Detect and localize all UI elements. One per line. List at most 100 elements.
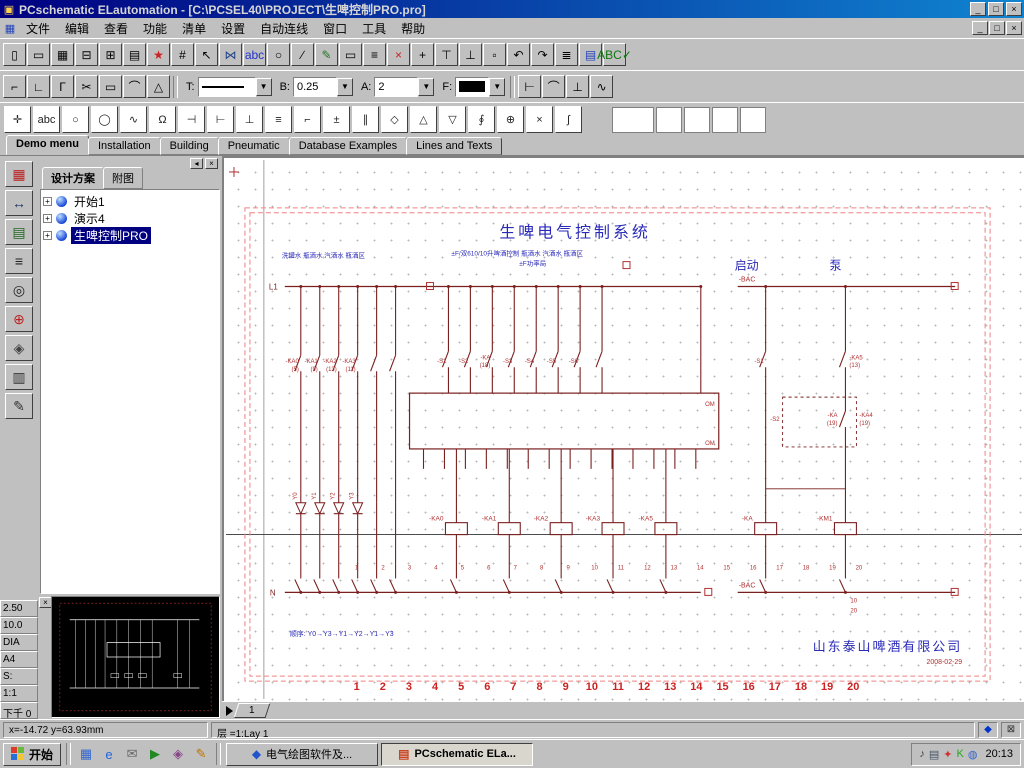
symbol-menu-tab[interactable]: Demo menu	[6, 135, 89, 155]
open-button[interactable]: ▭	[27, 43, 50, 66]
menu-item[interactable]: 自动连线	[253, 18, 315, 39]
symbol-browser-button[interactable]: ⋈	[219, 43, 242, 66]
panel-close-button[interactable]: ×	[205, 158, 218, 169]
arc-tool[interactable]: ⌒	[123, 75, 146, 98]
mdi-close-button[interactable]: ×	[1006, 21, 1022, 35]
symbol-button[interactable]: ⊣	[178, 106, 205, 133]
symbol-generator-button[interactable]: ★	[147, 43, 170, 66]
symbol-button[interactable]: ∥	[352, 106, 379, 133]
disk-icon[interactable]: ◆	[978, 721, 998, 738]
symbol-menu-tab[interactable]: Building	[159, 137, 219, 155]
line-tool-button[interactable]: ∕	[291, 43, 314, 66]
menu-item[interactable]: 功能	[136, 18, 174, 39]
project-tree[interactable]: + 开始1 + 演示4 + 生啤控制PRO	[40, 189, 220, 594]
text-tool-button[interactable]: abc	[243, 43, 266, 66]
net-list-button[interactable]: ≡	[363, 43, 386, 66]
snap-grid-button[interactable]: ▦	[5, 161, 33, 187]
page-tab[interactable]: 1	[233, 703, 270, 718]
edit-icon[interactable]: ✎	[191, 744, 211, 764]
spell-check-button[interactable]: ABC✓	[597, 43, 632, 66]
maximize-button[interactable]: □	[988, 2, 1004, 16]
symbol-button[interactable]: ×	[526, 106, 553, 133]
zoom-button[interactable]: ◎	[5, 277, 33, 303]
symbol-button[interactable]: ◯	[91, 106, 118, 133]
alert-icon[interactable]: ✦	[943, 748, 952, 761]
menu-item[interactable]: 文件	[19, 18, 57, 39]
angle-combo[interactable]: A: 2 ▼	[358, 76, 435, 97]
symbol-button[interactable]: △	[410, 106, 437, 133]
notes-button[interactable]: ▥	[5, 364, 33, 390]
volume-icon[interactable]: ♪	[919, 748, 925, 760]
conductor-tool[interactable]: ⊢	[518, 75, 542, 98]
symbol-slot[interactable]	[612, 106, 654, 133]
reference-button[interactable]: ⊤	[435, 43, 458, 66]
symbol-menu-tab[interactable]: Database Examples	[288, 137, 408, 155]
color-combo[interactable]: F: ▼	[439, 76, 506, 97]
tree-item[interactable]: + 开始1	[43, 193, 217, 210]
mdi-restore-button[interactable]: □	[989, 21, 1005, 35]
symbol-button[interactable]: ⊕	[497, 106, 524, 133]
symbol-button[interactable]: Ω	[149, 106, 176, 133]
task-button[interactable]: ▤ PCschematic ELa...	[381, 742, 534, 766]
menu-item[interactable]: 窗口	[316, 18, 354, 39]
wave-tool[interactable]: ∿	[590, 75, 614, 98]
symbol-menu-tab[interactable]: Lines and Texts	[406, 137, 503, 155]
media-icon[interactable]: ▶	[145, 744, 165, 764]
new-button[interactable]: ▯	[3, 43, 26, 66]
page-setup-button[interactable]: ▤	[123, 43, 146, 66]
symbol-slot[interactable]	[656, 106, 682, 133]
menu-item[interactable]: 清单	[175, 18, 213, 39]
color-dropdown-icon[interactable]: ▼	[489, 77, 506, 96]
circle-tool-button[interactable]: ○	[267, 43, 290, 66]
rectangle-tool[interactable]: ▭	[99, 75, 122, 98]
menu-item[interactable]: 工具	[355, 18, 393, 39]
polyline-tool[interactable]: ⌐	[3, 75, 26, 98]
cut-tool[interactable]: ✂	[75, 75, 98, 98]
task-button[interactable]: ◆ 电气绘图软件及...	[226, 742, 379, 766]
symbol-button[interactable]: ≡	[265, 106, 292, 133]
pointer-button[interactable]: ↖	[195, 43, 218, 66]
line-width-combo[interactable]: B: 0.25 ▼	[277, 76, 353, 97]
angle-dropdown-icon[interactable]: ▼	[418, 77, 435, 96]
menu-item[interactable]: 设置	[214, 18, 252, 39]
print-preview-button[interactable]: ⊞	[99, 43, 122, 66]
dock-button[interactable]: ◂	[190, 158, 203, 169]
expander-icon[interactable]: +	[43, 231, 52, 240]
line-type-combo[interactable]: T: ▼	[183, 76, 272, 97]
mdi-minimize-button[interactable]: _	[972, 21, 988, 35]
sidebar-tab[interactable]: 设计方案	[42, 167, 104, 189]
schematic-canvas[interactable]: 生啤电气控制系统 洗罐水 瓶酒水 汽酒水 瓶酒区 ±F/双610/10升啤酒控制 瓶…	[222, 156, 1024, 701]
dismiss-icon[interactable]: ⊠	[1001, 721, 1021, 738]
symbol-menu-tab[interactable]: Pneumatic	[217, 137, 290, 155]
browser-icon[interactable]: e	[99, 744, 119, 764]
angle-tool[interactable]: Γ	[51, 75, 74, 98]
rotate-button[interactable]: ◈	[5, 335, 33, 361]
antivirus-icon[interactable]: K	[957, 748, 964, 760]
edit-button[interactable]: ✎	[5, 393, 33, 419]
symbol-slot[interactable]	[712, 106, 738, 133]
symbol-menu-tab[interactable]: Installation	[87, 137, 161, 155]
delete-button[interactable]: ×	[387, 43, 410, 66]
move-button[interactable]: +	[411, 43, 434, 66]
undo-button[interactable]: ↶	[507, 43, 530, 66]
minimize-button[interactable]: _	[970, 2, 986, 16]
crosshair-button[interactable]: ⊕	[5, 306, 33, 332]
symbol-button[interactable]: ▽	[439, 106, 466, 133]
expander-icon[interactable]: +	[43, 214, 52, 223]
show-desktop-icon[interactable]: ▦	[76, 744, 96, 764]
symbol-button[interactable]: ⊥	[236, 106, 263, 133]
area-tool-button[interactable]: ▭	[339, 43, 362, 66]
symbol-button[interactable]: abc	[33, 106, 60, 133]
start-button[interactable]: 开始	[3, 742, 62, 766]
symbol-button[interactable]: ⊢	[207, 106, 234, 133]
menu-item[interactable]: 编辑	[58, 18, 96, 39]
print-button[interactable]: ⊟	[75, 43, 98, 66]
save-button[interactable]: ▦	[51, 43, 74, 66]
corner-tool[interactable]: ∟	[27, 75, 50, 98]
tool-icon[interactable]: ◈	[168, 744, 188, 764]
pan-button[interactable]: ↔	[5, 190, 33, 216]
symbol-button[interactable]: ⌐	[294, 106, 321, 133]
symbol-button[interactable]: ∫	[555, 106, 582, 133]
network-icon[interactable]: ◍	[968, 748, 978, 761]
symbol-button[interactable]: ✛	[4, 106, 31, 133]
